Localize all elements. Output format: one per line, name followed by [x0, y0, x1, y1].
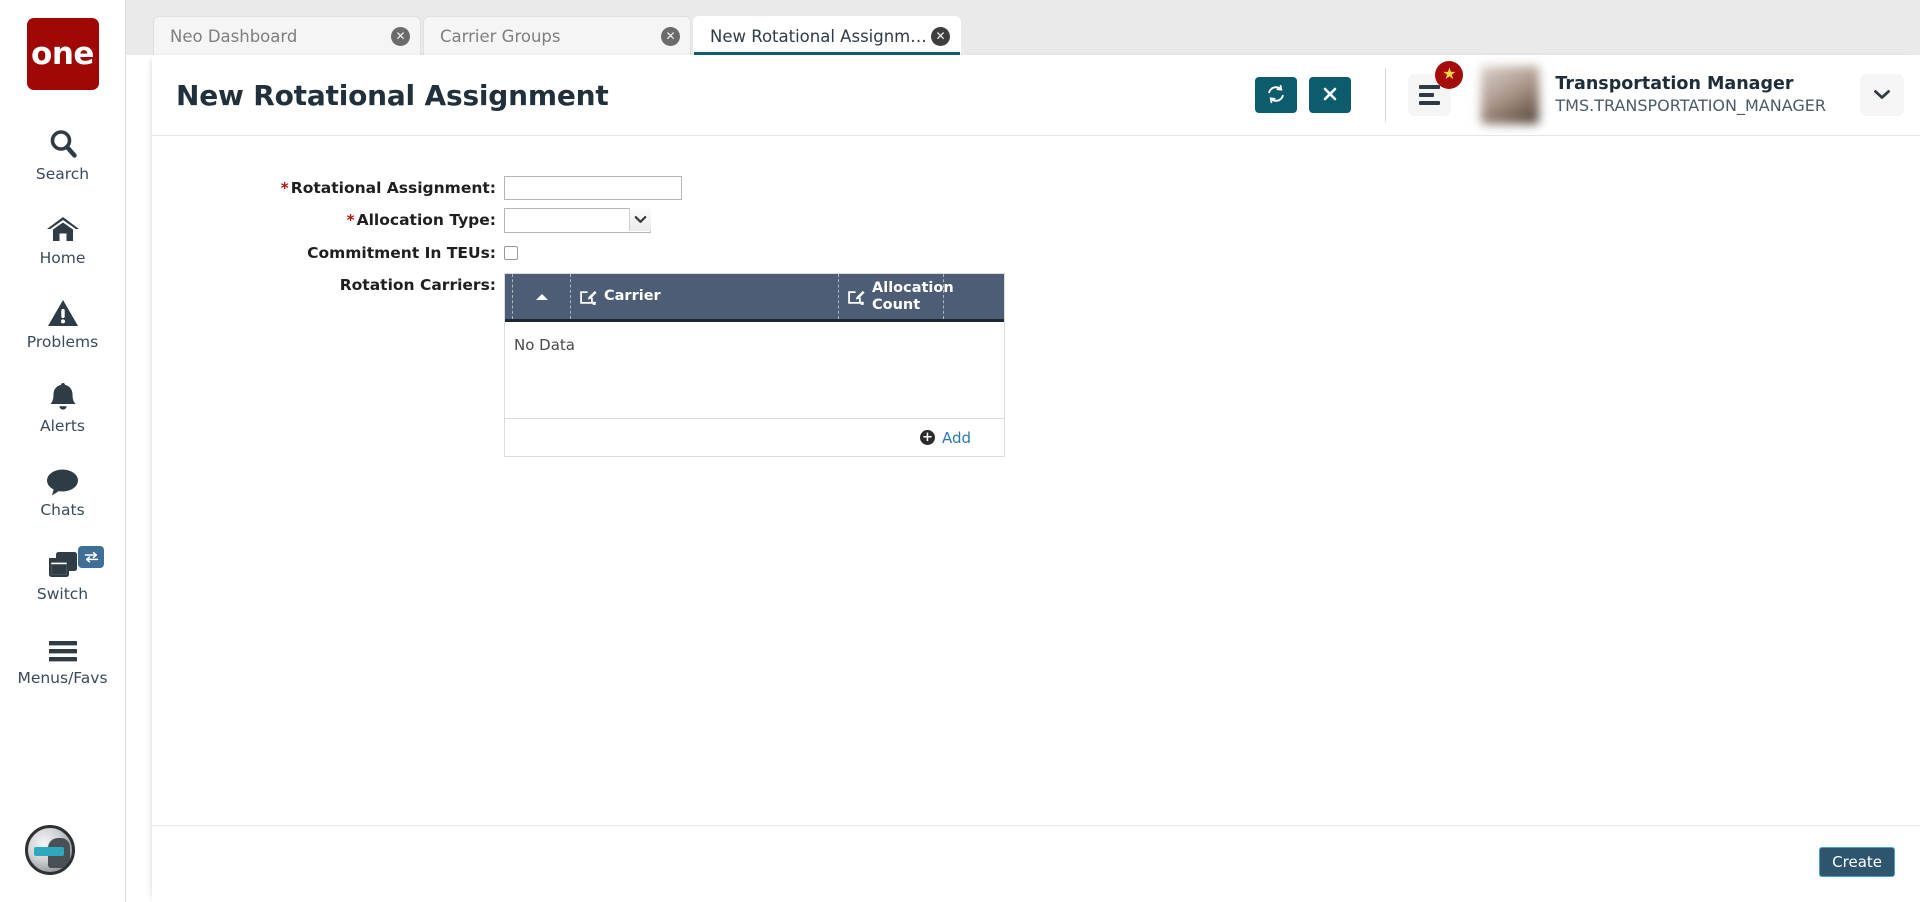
grid-body: No Data [505, 322, 1004, 419]
tab-label: Carrier Groups [440, 26, 561, 46]
tab-neo-dashboard[interactable]: Neo Dashboard ✕ [153, 16, 421, 55]
bell-icon [49, 378, 77, 412]
logo-text: one [31, 35, 94, 72]
grid-column-allocation-count[interactable]: Allocation Count [839, 274, 954, 319]
grid-column-end-spacer [944, 274, 960, 319]
label-text: Rotational Assignment: [290, 179, 496, 197]
user-profile[interactable]: Transportation Manager TMS.TRANSPORTATIO… [1481, 66, 1920, 124]
browser-tab-bar: Neo Dashboard ✕ Carrier Groups ✕ New Rot… [126, 0, 1920, 55]
sidebar-item-label: Home [39, 248, 86, 267]
field-row-rotational-assignment: * Rotational Assignment: [152, 176, 1920, 200]
swap-arrows-icon[interactable] [78, 546, 104, 568]
main-content-card: New Rotational Assignment ★ Transportati… [152, 55, 1920, 902]
tab-label: New Rotational Assignment [710, 26, 931, 46]
tab-new-rotational-assignment[interactable]: New Rotational Assignment ✕ [693, 16, 961, 55]
header-divider [1385, 68, 1387, 122]
grid-header-row: Carrier Allocation Count [505, 274, 1004, 322]
add-row-button[interactable]: + Add [919, 428, 971, 447]
rotational-assignment-form: * Rotational Assignment: * Allocation Type… [152, 176, 1920, 457]
plus-circle-icon: + [919, 430, 935, 445]
card-footer: Create [152, 826, 1920, 898]
grid-column-sort[interactable] [513, 274, 571, 319]
edit-required-icon [847, 289, 866, 305]
chat-bubble-icon [46, 462, 79, 496]
home-icon [46, 210, 80, 244]
allocation-type-select[interactable] [504, 208, 651, 233]
close-circle-icon[interactable]: ✕ [391, 26, 410, 46]
grid-footer: + Add [505, 419, 1004, 456]
refresh-button[interactable] [1255, 77, 1298, 113]
user-name: Transportation Manager [1555, 74, 1794, 95]
edit-required-icon [579, 289, 598, 305]
header-actions: ★ Transportation Manager TMS.TRANSPORTAT… [1243, 55, 1920, 135]
refresh-sync-icon [1266, 84, 1286, 107]
allocation-type-label: * Allocation Type: [152, 208, 504, 232]
grid-column-carrier[interactable]: Carrier [571, 274, 839, 319]
application-root: one Search Home Problems Alerts Chats Sw… [0, 0, 1920, 902]
chevron-down-icon[interactable] [629, 208, 651, 231]
sidebar-item-switch[interactable]: Switch [0, 532, 125, 616]
page-header: New Rotational Assignment ★ Transportati… [152, 55, 1920, 135]
commitment-in-teus-checkbox[interactable] [504, 246, 518, 260]
tab-carrier-groups[interactable]: Carrier Groups ✕ [423, 16, 691, 55]
user-text: Transportation Manager TMS.TRANSPORTATIO… [1555, 74, 1826, 116]
sidebar-item-problems[interactable]: Problems [0, 280, 125, 364]
user-menu-toggle[interactable] [1860, 74, 1904, 116]
sidebar-item-label: Switch [36, 584, 89, 603]
left-sidebar: one Search Home Problems Alerts Chats Sw… [0, 0, 126, 902]
grid-column-label: Carrier [604, 288, 661, 305]
sidebar-item-chats[interactable]: Chats [0, 448, 125, 532]
sidebar-item-menus-favs[interactable]: Menus/Favs [0, 616, 125, 700]
add-row-label: Add [941, 428, 971, 447]
field-row-rotation-carriers: Rotation Carriers: Carrier Allocation Co… [152, 273, 1920, 457]
required-marker: * [280, 179, 289, 197]
windows-stack-icon [47, 546, 79, 580]
sort-ascending-icon [535, 293, 548, 300]
search-icon [48, 126, 78, 160]
close-x-icon [1322, 86, 1338, 105]
page-title: New Rotational Assignment [176, 78, 609, 112]
card-body: * Rotational Assignment: * Allocation Type… [152, 135, 1920, 898]
sidebar-nav-list: Search Home Problems Alerts Chats Switch… [0, 112, 125, 700]
close-circle-icon[interactable]: ✕ [661, 26, 680, 46]
rotation-carriers-label: Rotation Carriers: [339, 276, 496, 294]
user-id: TMS.TRANSPORTATION_MANAGER [1555, 95, 1826, 115]
sidebar-item-label: Chats [40, 500, 85, 519]
star-icon: ★ [1435, 61, 1464, 89]
close-page-button[interactable] [1309, 77, 1352, 113]
grid-column-handle[interactable] [505, 274, 513, 319]
sidebar-item-label: Search [35, 164, 90, 183]
rotational-assignment-label: * Rotational Assignment: [152, 176, 504, 200]
label-text: Allocation Type: [356, 211, 496, 229]
grid-column-label: Allocation Count [872, 279, 954, 313]
menu-favorites-button[interactable]: ★ [1408, 61, 1464, 116]
sidebar-item-search[interactable]: Search [0, 112, 125, 196]
chevron-down-icon [1873, 88, 1891, 103]
commitment-in-teus-label: Commitment In TEUs: [307, 244, 496, 262]
tab-label: Neo Dashboard [170, 26, 298, 46]
warning-triangle-icon [47, 294, 79, 328]
rotation-carriers-grid: Carrier Allocation Count No Data + Add [504, 273, 1005, 457]
rotational-assignment-input[interactable] [504, 176, 682, 200]
ai-assistant-avatar-icon[interactable] [25, 825, 75, 875]
field-row-allocation-type: * Allocation Type: [152, 208, 1920, 233]
one-logo[interactable]: one [26, 18, 99, 90]
list-menu-icon [1419, 83, 1441, 107]
close-circle-icon[interactable]: ✕ [931, 26, 950, 46]
required-marker: * [346, 211, 355, 229]
field-row-commitment-in-teus: Commitment In TEUs: [152, 241, 1920, 265]
sidebar-item-label: Menus/Favs [17, 668, 108, 687]
grid-empty-message: No Data [514, 336, 575, 354]
sidebar-item-home[interactable]: Home [0, 196, 125, 280]
hamburger-icon [47, 630, 79, 664]
create-button[interactable]: Create [1819, 847, 1895, 877]
sidebar-item-label: Problems [26, 332, 99, 351]
sidebar-item-label: Alerts [40, 416, 85, 435]
content-pane: * Rotational Assignment: * Allocation Type… [152, 136, 1920, 826]
sidebar-item-alerts[interactable]: Alerts [0, 364, 125, 448]
user-avatar [1481, 66, 1540, 124]
